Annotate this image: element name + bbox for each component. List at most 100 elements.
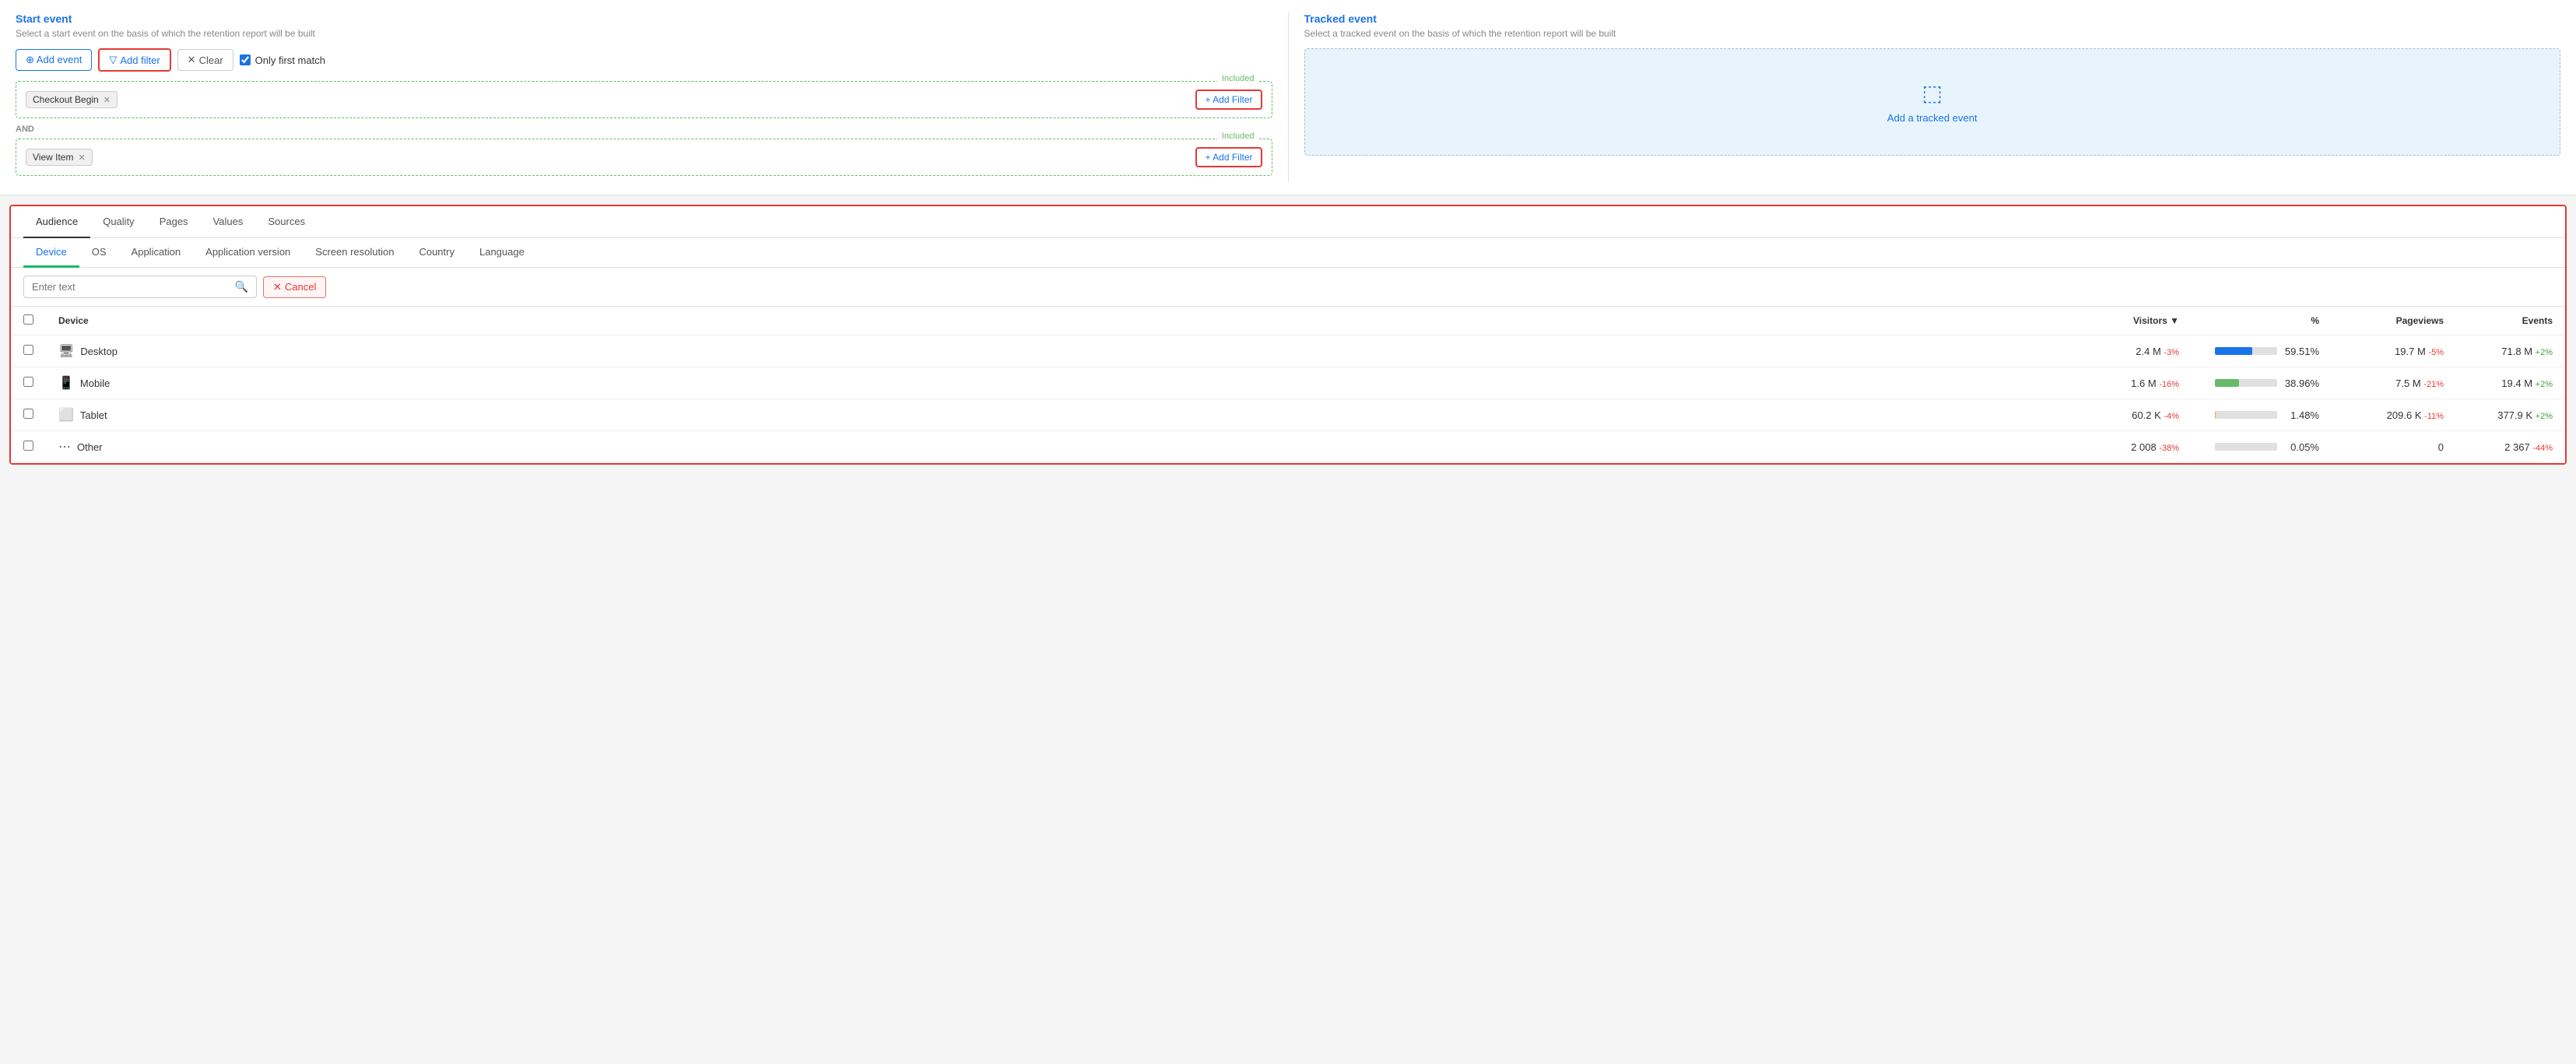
col-header-events[interactable]: Events [2456,307,2565,335]
pct-text: 1.48% [2282,409,2319,421]
visitors-value: 1.6 M [2131,377,2157,389]
start-event-title: Start event [16,12,1272,25]
filter-group-1: Included Checkout Begin ✕ + Add Filter [16,81,1272,118]
pct-bar-fill [2215,379,2239,387]
pct-bar-fill [2215,411,2216,419]
select-all-header [11,307,46,335]
table-row: ⋯ Other 2 008 -38% 0.05% 0 2 367 -44% [11,431,2565,463]
cancel-button[interactable]: ✕ Cancel [263,276,326,298]
row-checkbox[interactable] [23,441,33,451]
checkout-begin-label: Checkout Begin [33,94,99,105]
row-checkbox-cell [11,367,46,399]
device-cell: ⬜ Tablet [46,399,202,431]
table-row: ⬜ Tablet 60.2 K -4% 1.48% 209.6 K -11% 3… [11,399,2565,431]
search-bar: 🔍 ✕ Cancel [11,268,2565,307]
row-checkbox[interactable] [23,345,33,355]
pct-bar-bg [2215,411,2277,419]
select-all-checkbox[interactable] [23,314,33,325]
tracked-event-icon: ⬚ [1922,80,1943,106]
tab-sources[interactable]: Sources [255,206,318,238]
events-value: 71.8 M [2501,346,2532,357]
filter-group-2: Included View Item ✕ + Add Filter [16,139,1272,176]
events-value: 377.9 K [2497,409,2532,421]
device-name: Other [77,441,103,453]
row-checkbox[interactable] [23,377,33,387]
events-value: 19.4 M [2501,377,2532,389]
start-event-subtitle: Select a start event on the basis of whi… [16,28,1272,39]
visitors-cell: 2.4 M -3% [2067,335,2192,367]
spacer-cell [202,367,2067,399]
tab-quality[interactable]: Quality [90,206,146,238]
pct-bar-bg [2215,443,2277,451]
spacer-cell [202,335,2067,367]
search-icon: 🔍 [235,280,248,293]
col-header-pct[interactable]: % [2192,307,2332,335]
table-row: 📱 Mobile 1.6 M -16% 38.96% 7.5 M -21% 19… [11,367,2565,399]
cancel-x-icon: ✕ [273,281,282,293]
pct-bar-bg [2215,347,2277,355]
pct-cell: 1.48% [2192,399,2332,431]
sub-tabs: Device OS Application Application versio… [11,238,2565,268]
pageviews-value: 19.7 M [2395,346,2426,357]
device-cell: 📱 Mobile [46,367,202,399]
pct-text: 0.05% [2282,441,2319,453]
pageviews-cell: 0 [2332,431,2456,463]
device-icon: ⋯ [58,439,71,455]
subtab-application[interactable]: Application [119,238,194,268]
tab-values[interactable]: Values [201,206,256,238]
device-name: Mobile [80,377,110,389]
and-label: AND [16,125,1272,134]
pct-cell: 38.96% [2192,367,2332,399]
search-input[interactable] [32,281,230,293]
row-checkbox-cell [11,335,46,367]
visitors-cell: 1.6 M -16% [2067,367,2192,399]
tab-audience[interactable]: Audience [23,206,90,238]
col-header-pageviews[interactable]: Pageviews [2332,307,2456,335]
pct-bar-bg [2215,379,2277,387]
events-cell: 19.4 M +2% [2456,367,2565,399]
checkout-begin-close-icon[interactable]: ✕ [104,95,111,105]
search-input-wrapper[interactable]: 🔍 [23,276,257,298]
start-event-toolbar: ⊕ Add event ▽ Add filter ✕ Clear Only fi… [16,48,1272,72]
clear-button[interactable]: ✕ Clear [177,49,233,71]
device-table: Device Visitors ▼ % Pageviews Events 🖥 D… [11,307,2565,463]
subtab-country[interactable]: Country [406,238,467,268]
device-icon: 🖥 [58,343,74,359]
row-checkbox[interactable] [23,409,33,419]
visitors-value: 60.2 K [2132,409,2161,421]
pageviews-cell: 19.7 M -5% [2332,335,2456,367]
filter-icon: ▽ [109,54,117,66]
tab-pages[interactable]: Pages [147,206,201,238]
pageviews-value: 0 [2438,441,2444,453]
device-cell: 🖥 Desktop [46,335,202,367]
pct-bar-fill [2215,347,2252,355]
subtab-language[interactable]: Language [467,238,537,268]
add-tracked-event-box[interactable]: ⬚ Add a tracked event [1304,48,2561,156]
add-filter-button[interactable]: ▽ Add filter [98,48,170,72]
pageviews-cell: 7.5 M -21% [2332,367,2456,399]
add-filter-group2-button[interactable]: + Add Filter [1195,147,1262,167]
subtab-os[interactable]: OS [79,238,119,268]
only-first-match-checkbox[interactable] [240,54,251,65]
subtab-device[interactable]: Device [23,238,79,268]
device-icon: 📱 [58,375,74,391]
subtab-application-version[interactable]: Application version [193,238,303,268]
visitors-value: 2.4 M [2136,346,2161,357]
main-tabs: Audience Quality Pages Values Sources [11,206,2565,238]
view-item-tag[interactable]: View Item ✕ [26,149,93,166]
col-header-device[interactable]: Device [46,307,202,335]
view-item-close-icon[interactable]: ✕ [78,153,85,163]
pct-cell: 0.05% [2192,431,2332,463]
checkout-begin-tag[interactable]: Checkout Begin ✕ [26,91,118,108]
pct-text: 59.51% [2282,346,2319,357]
col-header-visitors[interactable]: Visitors ▼ [2067,307,2192,335]
pageviews-value: 7.5 M [2395,377,2421,389]
only-first-match-label[interactable]: Only first match [240,54,325,66]
add-event-button[interactable]: ⊕ Add event [16,49,92,71]
subtab-screen-resolution[interactable]: Screen resolution [303,238,406,268]
row-checkbox-cell [11,399,46,431]
view-item-label: View Item [33,152,73,163]
filter-group-1-label: Included [1217,74,1259,83]
add-filter-group1-button[interactable]: + Add Filter [1195,90,1262,110]
add-tracked-event-label[interactable]: Add a tracked event [1887,112,1978,124]
